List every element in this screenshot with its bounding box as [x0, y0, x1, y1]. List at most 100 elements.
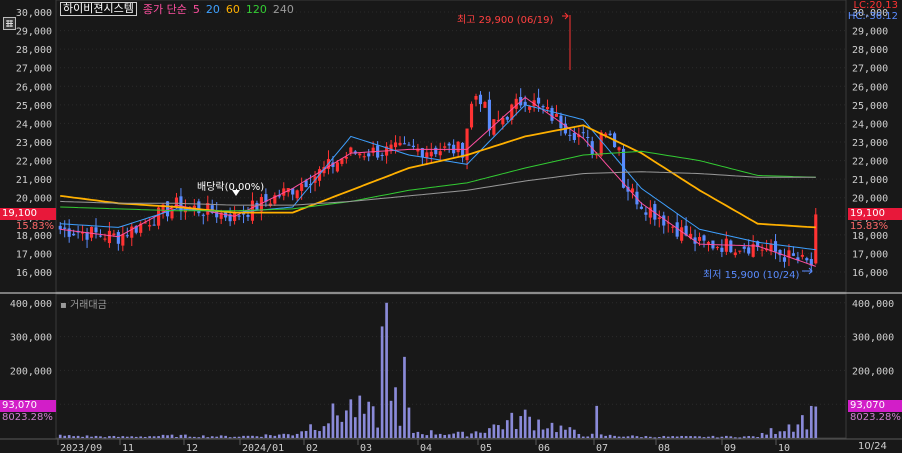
volume-bar[interactable] — [148, 436, 151, 438]
candle-body[interactable] — [581, 132, 585, 134]
volume-bar[interactable] — [152, 436, 156, 438]
volume-bar[interactable] — [228, 437, 232, 439]
volume-bar[interactable] — [555, 432, 558, 438]
volume-bar[interactable] — [273, 435, 277, 438]
volume-bar[interactable] — [389, 400, 393, 438]
volume-bar[interactable] — [353, 417, 357, 438]
volume-bar[interactable] — [367, 401, 371, 438]
volume-bar[interactable] — [599, 434, 603, 438]
candle-body[interactable] — [505, 116, 509, 120]
volume-bar[interactable] — [94, 435, 98, 438]
volume-bar[interactable] — [622, 436, 625, 438]
volume-bar[interactable] — [193, 436, 196, 438]
candle-body[interactable] — [407, 144, 411, 146]
candle-body[interactable] — [103, 238, 107, 240]
candle-body[interactable] — [152, 224, 156, 226]
candle-body[interactable] — [295, 190, 299, 199]
volume-bar[interactable] — [452, 433, 455, 438]
volume-bar[interactable] — [188, 436, 192, 438]
volume-bar[interactable] — [130, 436, 134, 438]
volume-bar[interactable] — [318, 431, 321, 438]
volume-bar[interactable] — [117, 436, 120, 438]
volume-bar[interactable] — [291, 435, 295, 438]
volume-bar[interactable] — [327, 423, 330, 438]
candle-body[interactable] — [760, 249, 764, 251]
volume-bar[interactable] — [626, 436, 630, 438]
candle-body[interactable] — [487, 99, 491, 131]
volume-bar[interactable] — [403, 356, 406, 438]
candle-body[interactable] — [791, 253, 795, 256]
grid-icon[interactable] — [3, 17, 16, 30]
volume-bar[interactable] — [488, 428, 491, 438]
volume-bar[interactable] — [407, 407, 411, 438]
volume-bar[interactable] — [577, 433, 581, 438]
candle-body[interactable] — [478, 94, 483, 105]
volume-bar[interactable] — [814, 406, 818, 438]
candle-body[interactable] — [121, 234, 125, 246]
volume-bar[interactable] — [99, 436, 102, 438]
volume-bar[interactable] — [617, 436, 621, 438]
candle-body[interactable] — [443, 146, 447, 148]
volume-bar[interactable] — [90, 436, 93, 438]
volume-bar[interactable] — [532, 430, 536, 438]
candle-body[interactable] — [639, 206, 643, 209]
candle-body[interactable] — [550, 108, 554, 121]
volume-bar[interactable] — [362, 413, 366, 438]
volume-bar[interactable] — [666, 436, 670, 438]
volume-bar[interactable] — [707, 436, 710, 438]
volume-bar[interactable] — [371, 406, 375, 438]
candle-body[interactable] — [608, 133, 612, 136]
volume-bar[interactable] — [796, 424, 800, 438]
volume-bar[interactable] — [125, 436, 129, 438]
volume-bar[interactable] — [613, 435, 616, 438]
candle-body[interactable] — [411, 145, 415, 148]
candle-body[interactable] — [729, 240, 733, 253]
candle-body[interactable] — [800, 254, 804, 257]
volume-bar[interactable] — [631, 435, 634, 438]
volume-bar[interactable] — [756, 437, 759, 439]
volume-bar[interactable] — [237, 436, 241, 438]
ma-60-label[interactable]: 60 — [226, 3, 240, 16]
stock-chart[interactable]: 30,000 29,000 28,000 27,000 26,000 25,000 24,0… — [0, 0, 902, 453]
candle-body[interactable] — [586, 136, 590, 138]
volume-bar[interactable] — [376, 427, 379, 438]
volume-bar[interactable] — [282, 433, 286, 438]
volume-bar[interactable] — [336, 415, 339, 438]
volume-bar[interactable] — [412, 432, 415, 438]
volume-bar[interactable] — [81, 436, 84, 438]
volume-bar[interactable] — [608, 434, 612, 438]
volume-bar[interactable] — [184, 434, 187, 438]
volume-bar[interactable] — [702, 437, 706, 439]
ma-20-label[interactable]: 20 — [206, 3, 220, 16]
candle-body[interactable] — [429, 151, 433, 157]
candle-body[interactable] — [237, 215, 241, 217]
volume-bar[interactable] — [461, 431, 464, 438]
volume-bar[interactable] — [255, 436, 259, 438]
volume-bar[interactable] — [425, 435, 429, 438]
volume-bar[interactable] — [251, 435, 254, 438]
volume-bar[interactable] — [434, 434, 438, 438]
volume-bar[interactable] — [286, 434, 290, 438]
volume-bar[interactable] — [514, 428, 518, 438]
volume-bar[interactable] — [456, 431, 460, 438]
volume-bar[interactable] — [210, 436, 214, 438]
volume-bar[interactable] — [309, 424, 312, 438]
candle-body[interactable] — [680, 227, 684, 241]
volume-bar[interactable] — [497, 425, 500, 438]
volume-bar[interactable] — [58, 434, 62, 438]
volume-bar[interactable] — [801, 415, 804, 438]
volume-bar[interactable] — [394, 387, 397, 438]
volume-bar[interactable] — [684, 436, 688, 438]
candle-body[interactable] — [63, 227, 67, 229]
candle-body[interactable] — [98, 235, 103, 237]
stock-name-button[interactable]: 하이비젼시스템 — [60, 2, 137, 16]
volume-bar[interactable] — [510, 412, 514, 438]
candle-body[interactable] — [805, 258, 809, 261]
candle-body[interactable] — [657, 217, 661, 219]
volume-bar[interactable] — [738, 437, 742, 439]
volume-bar[interactable] — [747, 436, 751, 438]
candle-body[interactable] — [782, 257, 787, 262]
volume-bar[interactable] — [219, 435, 223, 438]
volume-bar[interactable] — [358, 395, 362, 438]
volume-bar[interactable] — [590, 433, 594, 438]
